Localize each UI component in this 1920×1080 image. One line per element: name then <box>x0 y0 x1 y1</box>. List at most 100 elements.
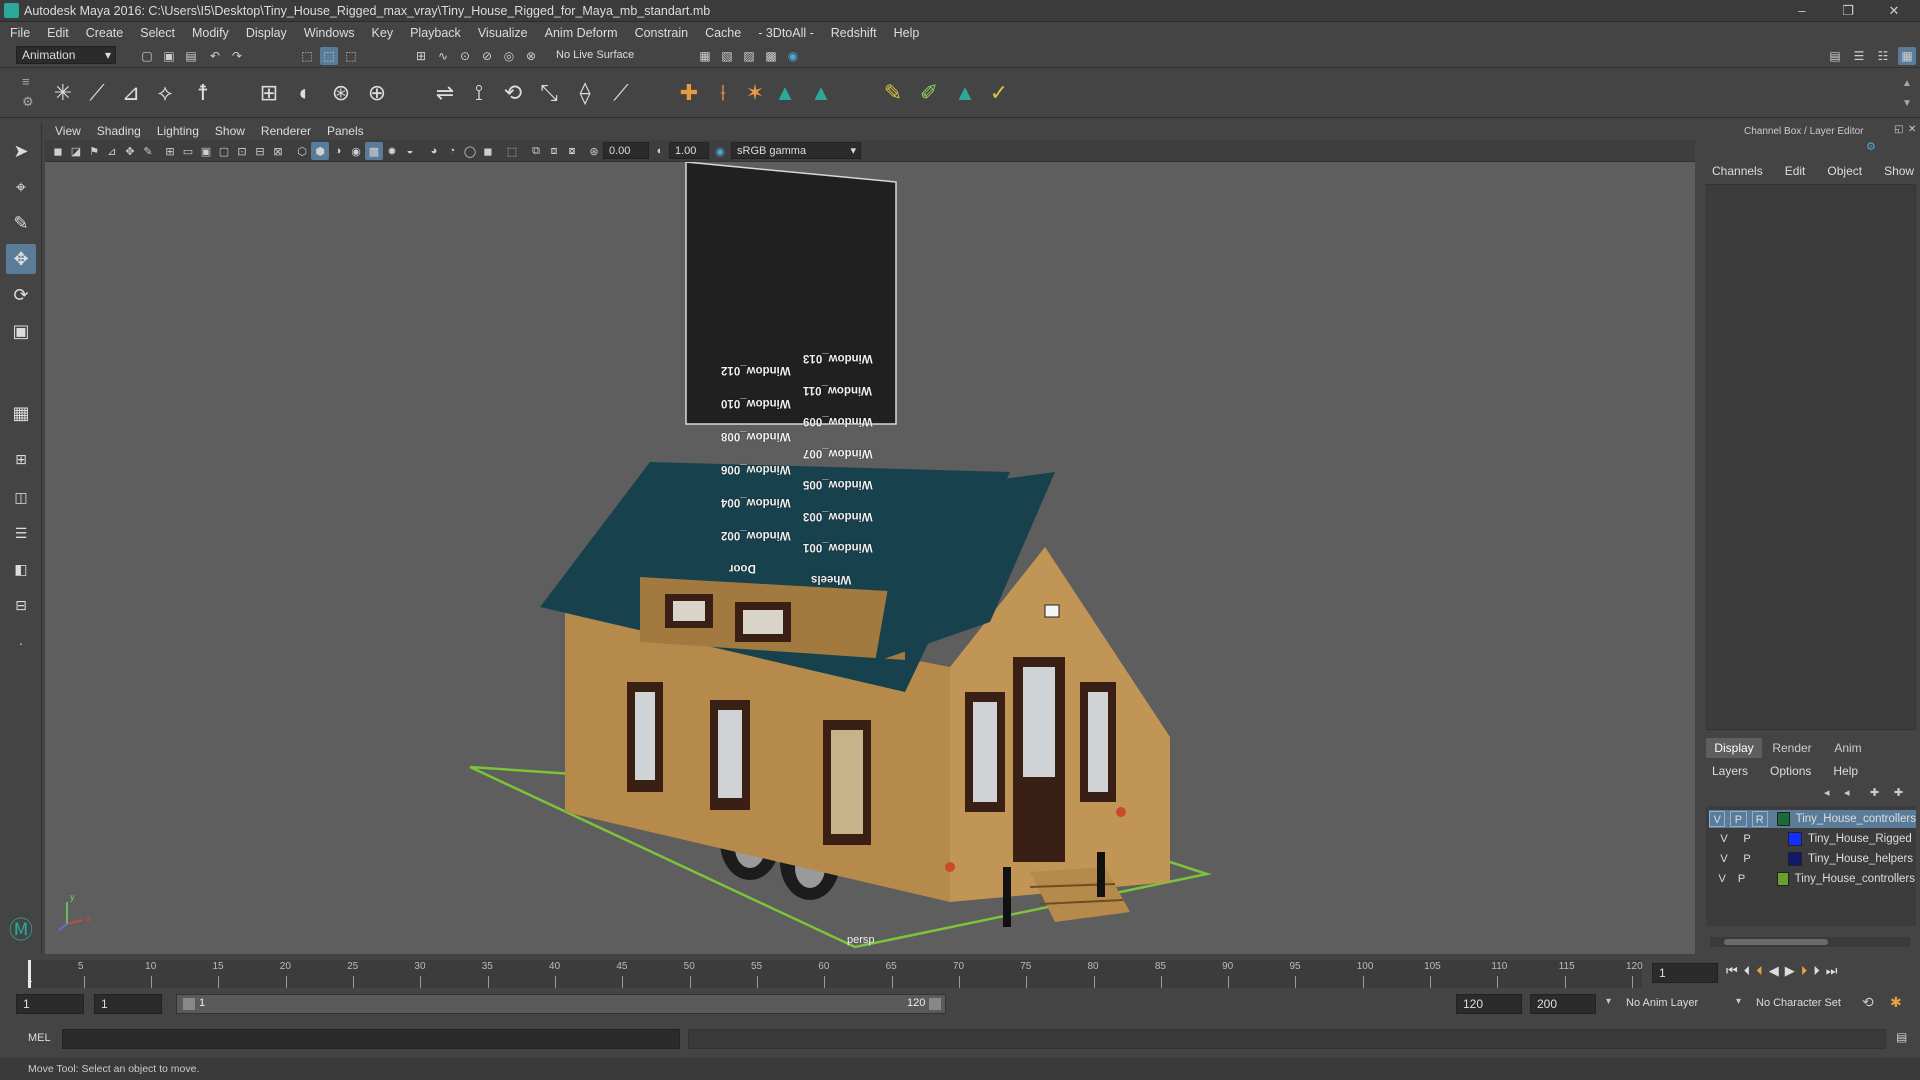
layer-row[interactable]: V P Tiny_House_Rigged <box>1715 830 1915 848</box>
shelf-scroll-down-icon[interactable]: ▼ <box>1902 98 1912 109</box>
time-slider[interactable]: 5 10 15 20 25 30 35 40 45 50 55 60 65 70 75 80 85 90 95 100… <box>0 954 1920 990</box>
maya-tool-b-icon[interactable]: ▲ <box>806 78 836 108</box>
layer-color-swatch[interactable] <box>1788 832 1802 846</box>
controller-label-right[interactable]: Window_013 <box>803 352 873 364</box>
pole-vector-icon[interactable]: ⟋ <box>606 78 636 108</box>
attribute-editor-icon[interactable]: ☰ <box>1850 47 1868 65</box>
layer-visibility-toggle[interactable]: V <box>1715 831 1733 847</box>
layer-color-swatch[interactable] <box>1788 852 1802 866</box>
field-chart-icon[interactable]: ⊡ <box>233 142 251 160</box>
playback-end-field[interactable]: 120 <box>1456 994 1522 1014</box>
menu-create[interactable]: Create <box>86 26 124 40</box>
snap-view-icon[interactable]: ⊘ <box>478 47 496 65</box>
layer-visibility-toggle[interactable]: V <box>1715 871 1729 887</box>
grease-pencil-icon[interactable]: ✎ <box>139 142 157 160</box>
menu-modify[interactable]: Modify <box>192 26 229 40</box>
controller-label-right[interactable]: Window_011 <box>803 384 872 396</box>
redo-icon[interactable]: ↷ <box>228 47 246 65</box>
snap-grid-icon[interactable]: ⊞ <box>412 47 430 65</box>
live-surface-label[interactable]: No Live Surface <box>556 49 634 61</box>
step-back-key-icon[interactable]: ⏴ <box>1756 963 1763 979</box>
aim-constraint-icon[interactable]: ⟠ <box>570 78 600 108</box>
close-button[interactable]: ✕ <box>1872 0 1916 22</box>
panel-menu-lighting[interactable]: Lighting <box>157 124 199 138</box>
ipr-render-icon[interactable]: ▨ <box>740 47 758 65</box>
range-end-handle[interactable] <box>929 998 941 1010</box>
panel-menu-view[interactable]: View <box>55 124 81 138</box>
shelf-menu-icon[interactable]: ≡ <box>22 74 30 89</box>
menu-select[interactable]: Select <box>140 26 175 40</box>
parent-constraint-icon[interactable]: ⇌ <box>430 78 460 108</box>
range-start-handle[interactable] <box>183 998 195 1010</box>
smooth-shade-icon[interactable]: ⬢ <box>311 142 329 160</box>
exposure-icon[interactable]: ⊛ <box>585 142 603 160</box>
camera-attributes-icon[interactable]: ◪ <box>67 142 85 160</box>
scene-start-field[interactable]: 1 <box>16 994 84 1014</box>
layer-reference-toggle[interactable] <box>1761 851 1779 867</box>
layer-horizontal-scrollbar[interactable] <box>1710 937 1910 947</box>
playback-start-field[interactable]: 1 <box>94 994 162 1014</box>
xray-joints-icon[interactable]: ⧈ <box>545 142 563 160</box>
2d-pan-zoom-icon[interactable]: ✥ <box>121 142 139 160</box>
step-back-frame-icon[interactable]: ⏴ <box>1744 963 1751 979</box>
ambient-occlusion-icon[interactable]: ◕ <box>425 142 443 160</box>
render-view-icon[interactable]: ▩ <box>762 47 780 65</box>
two-pane-layout-icon[interactable]: ◫ <box>6 482 36 512</box>
controller-label-left[interactable]: Door <box>729 562 756 574</box>
menu-redshift[interactable]: Redshift <box>831 26 877 40</box>
orient-constraint-icon[interactable]: ⟲ <box>498 78 528 108</box>
step-forward-key-icon[interactable]: ⏵ <box>1801 963 1808 979</box>
four-pane-layout-icon[interactable]: ⊞ <box>6 444 36 474</box>
3d-viewport[interactable]: Window_012 Window_010 Window_008 Window_006… <box>45 162 1695 954</box>
play-forwards-icon[interactable]: ▶ <box>1785 963 1795 979</box>
channels-menu[interactable]: Channels <box>1712 164 1763 178</box>
select-component-icon[interactable]: ⬚ <box>342 47 360 65</box>
play-backwards-icon[interactable]: ◀ <box>1769 963 1779 979</box>
panel-menu-show[interactable]: Show <box>215 124 245 138</box>
camera-select-icon[interactable]: ◼ <box>49 142 67 160</box>
color-management-icon[interactable]: ◉ <box>711 142 729 160</box>
grid-toggle-icon[interactable]: ⊞ <box>161 142 179 160</box>
maya-tool-c-icon[interactable]: ▲ <box>950 78 980 108</box>
options-menu[interactable]: Options <box>1770 764 1811 778</box>
menu-help[interactable]: Help <box>894 26 920 40</box>
layer-playback-toggle[interactable]: P <box>1734 871 1748 887</box>
controller-label-right[interactable]: Window_007 <box>803 447 873 459</box>
layer-playback-toggle[interactable]: P <box>1738 831 1756 847</box>
snap-surface-icon[interactable]: ◎ <box>500 47 518 65</box>
exposure-field[interactable]: 0.00 <box>603 142 649 159</box>
script-editor-icon[interactable]: ▤ <box>1896 1030 1907 1044</box>
channel-list[interactable] <box>1706 184 1916 730</box>
layer-color-swatch[interactable] <box>1777 872 1789 886</box>
command-language-label[interactable]: MEL <box>28 1032 51 1044</box>
shadows-icon[interactable]: ◒ <box>401 142 419 160</box>
range-bar[interactable]: 1 120 <box>176 994 946 1014</box>
controller-label-left[interactable]: Window_004 <box>721 496 791 508</box>
new-layer-selected-icon[interactable]: ✚ <box>1894 786 1903 799</box>
preferences-icon[interactable]: ✱ <box>1890 994 1902 1011</box>
bookmark-icon[interactable]: ⚑ <box>85 142 103 160</box>
character-set-dropdown[interactable]: No Character Set <box>1756 997 1841 1009</box>
tab-display[interactable]: Display <box>1706 738 1762 758</box>
controller-label-right[interactable]: Window_001 <box>803 541 873 553</box>
controller-label-left[interactable]: Window_010 <box>721 397 791 409</box>
ik-handle-icon[interactable]: ⟋ <box>82 78 112 108</box>
layer-row[interactable]: V P Tiny_House_helpers <box>1715 850 1915 868</box>
chevron-down-icon[interactable]: ▾ <box>1736 996 1741 1007</box>
shelf-settings-icon[interactable]: ⚙ <box>22 94 34 110</box>
controller-label-right[interactable]: Window_009 <box>803 415 873 427</box>
scale-tool-icon[interactable]: ▣ <box>6 316 36 346</box>
colorspace-dropdown[interactable]: sRGB gamma ▾ <box>731 142 861 159</box>
timeline-track[interactable] <box>30 960 1642 988</box>
depth-of-field-icon[interactable]: ◼ <box>479 142 497 160</box>
safe-action-icon[interactable]: ⊟ <box>251 142 269 160</box>
menu-display[interactable]: Display <box>246 26 287 40</box>
controller-label-left[interactable]: Window_008 <box>721 430 791 442</box>
tab-render[interactable]: Render <box>1764 738 1820 758</box>
move-layer-up-icon[interactable]: ◂ <box>1824 786 1830 799</box>
lattice-icon[interactable]: ◐ <box>290 78 320 108</box>
layer-reference-toggle[interactable] <box>1761 831 1779 847</box>
layer-reference-toggle[interactable]: R <box>1751 811 1768 827</box>
select-object-icon[interactable]: ⬚ <box>320 47 338 65</box>
channel-box-option-icon[interactable]: ⚙ <box>1866 140 1876 153</box>
